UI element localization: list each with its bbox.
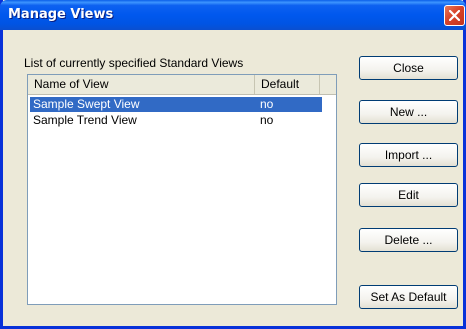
window-close-button[interactable] <box>444 5 465 26</box>
list-row[interactable]: Sample Swept View no <box>30 97 322 112</box>
new-button[interactable]: New ... <box>359 100 458 124</box>
title-bar[interactable]: Manage Views <box>0 0 466 30</box>
manage-views-dialog: Manage Views List of currently specified… <box>0 0 466 329</box>
view-name-cell: Sample Swept View <box>33 97 140 111</box>
view-default-cell: no <box>260 113 274 127</box>
column-header-name[interactable]: Name of View <box>28 75 255 94</box>
edit-button[interactable]: Edit <box>359 183 458 207</box>
views-list-label: List of currently specified Standard Vie… <box>24 56 244 70</box>
delete-button[interactable]: Delete ... <box>359 228 458 252</box>
close-icon <box>449 10 460 21</box>
list-row[interactable]: Sample Trend View no <box>30 113 322 128</box>
set-as-default-button[interactable]: Set As Default <box>359 285 458 309</box>
views-list[interactable]: Name of View Default Sample Swept View n… <box>27 74 337 305</box>
import-button[interactable]: Import ... <box>359 143 458 167</box>
list-header: Name of View Default <box>28 75 336 95</box>
window-title: Manage Views <box>8 7 114 22</box>
view-name-cell: Sample Trend View <box>33 113 137 127</box>
view-default-cell: no <box>260 97 274 111</box>
column-header-default[interactable]: Default <box>255 75 320 94</box>
close-button[interactable]: Close <box>359 56 458 80</box>
